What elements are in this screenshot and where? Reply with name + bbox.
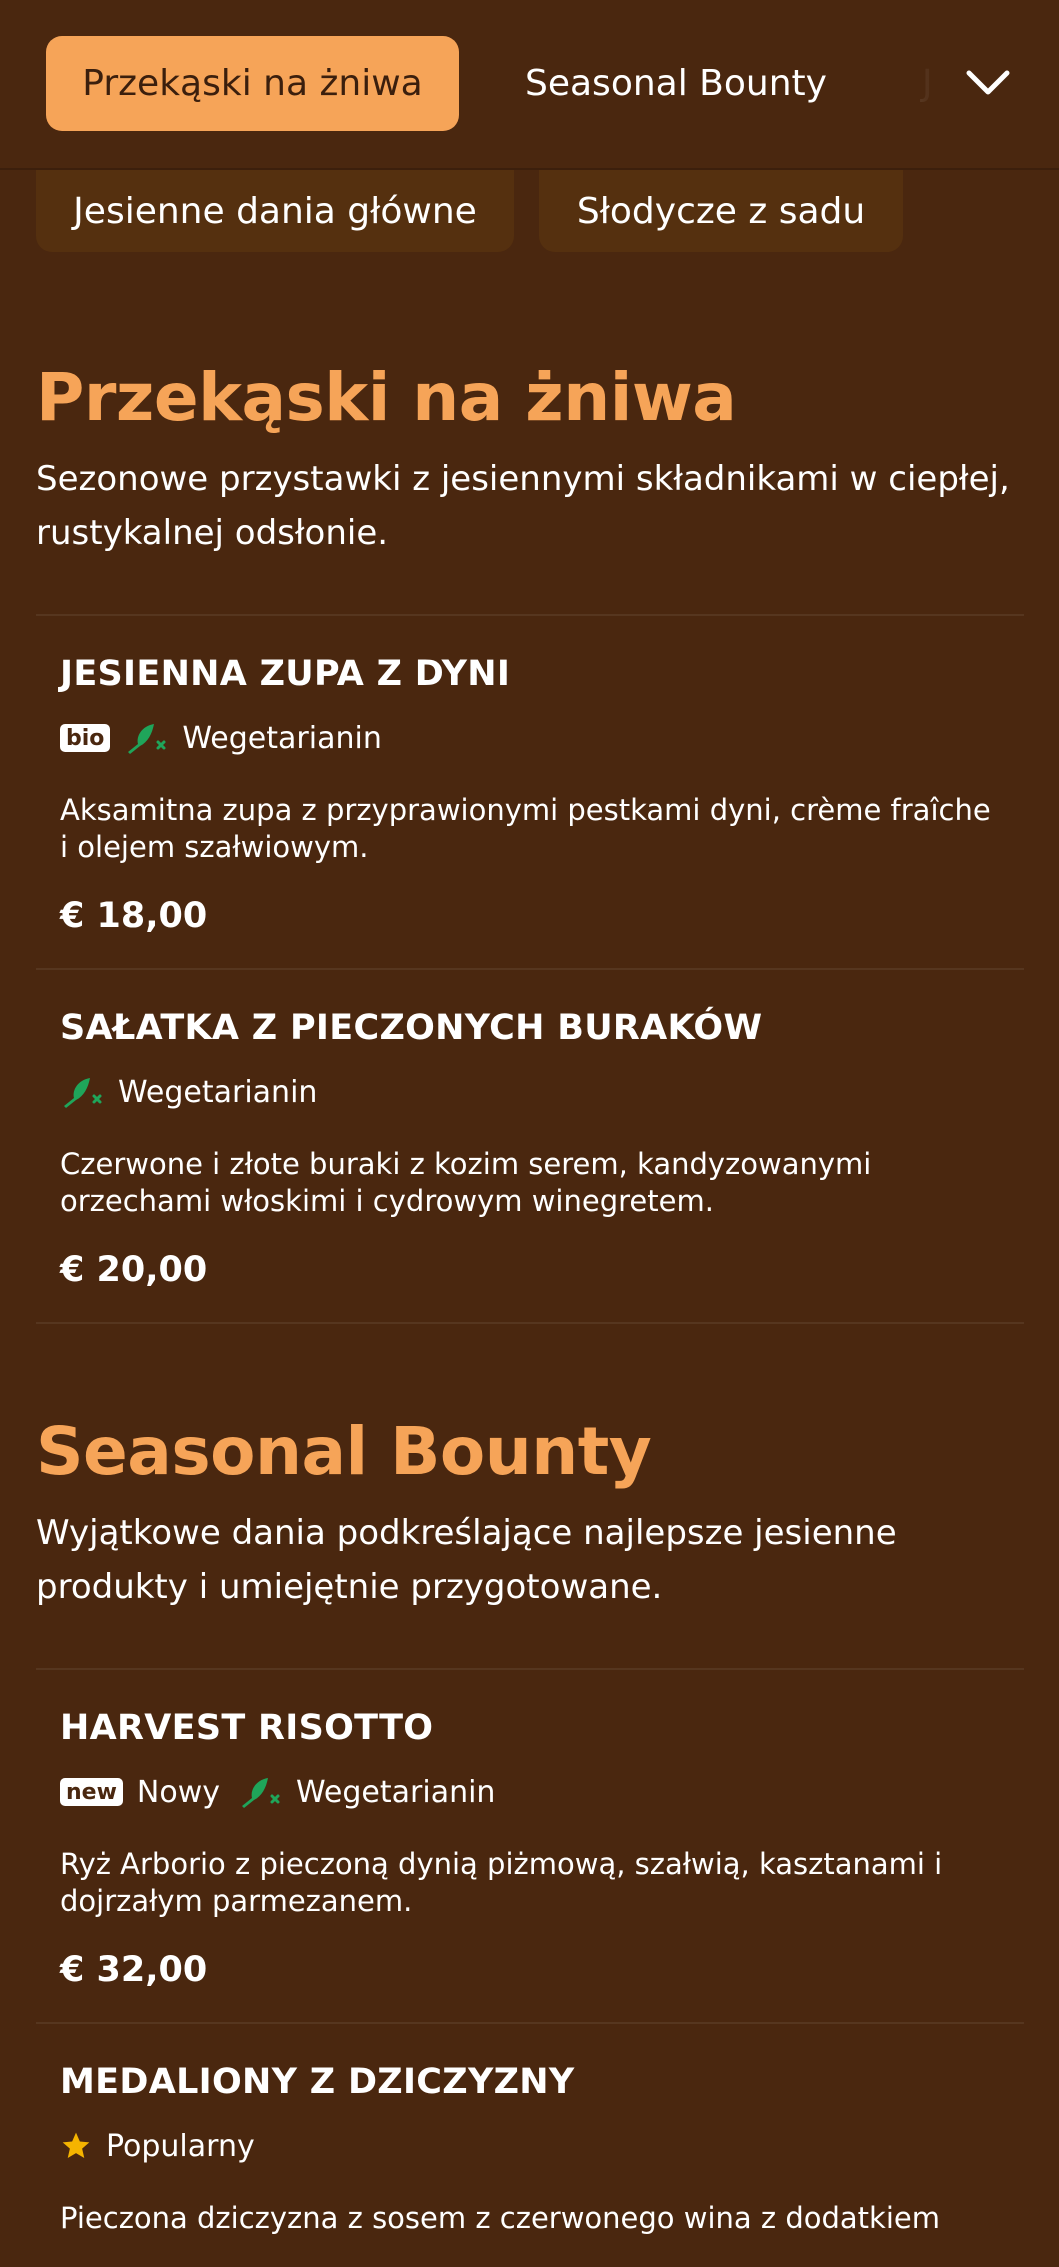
category-nav-bar: Przekąski na żniwa Seasonal Bounty J: [0, 0, 1059, 170]
tab-truncated[interactable]: J: [922, 36, 933, 131]
vegetarian-icon: [238, 1774, 282, 1810]
item-tags: new Nowy Wegetarianin: [60, 1772, 1000, 1812]
section-description: Sezonowe przystawki z jesiennymi składni…: [36, 459, 1010, 553]
new-label: Nowy: [136, 1774, 221, 1810]
item-price: € 20,00: [60, 1250, 208, 1290]
menu-item[interactable]: SAŁATKA Z PIECZONYCH BURAKÓW Wegetariani…: [36, 970, 1024, 1324]
menu-section-seasonal-bounty: Seasonal Bounty Wyjątkowe dania podkreśl…: [36, 1412, 1024, 2267]
star-icon: [60, 2130, 92, 2162]
chip-jesienne-dania-glowne[interactable]: Jesienne dania główne: [36, 170, 514, 252]
item-tags: bio Wegetarianin: [60, 718, 1000, 758]
item-price: € 18,00: [60, 896, 208, 936]
item-tags: Wegetarianin: [60, 1072, 1000, 1112]
diet-label: Wegetarianin: [296, 1774, 496, 1810]
item-name: HARVEST RISOTTO: [60, 1708, 434, 1748]
item-name: MEDALIONY Z DZICZYZNY: [60, 2062, 575, 2102]
menu-items-list: HARVEST RISOTTO new Nowy Wegetarianin Ry…: [36, 1668, 1024, 2267]
menu-item[interactable]: JESIENNA ZUPA Z DYNI bio Wegetarianin Ak…: [36, 616, 1024, 970]
new-badge: new: [60, 1778, 123, 1806]
diet-label: Wegetarianin: [118, 1074, 318, 1110]
section-title: Seasonal Bounty: [36, 1413, 652, 1490]
chevron-down-icon: [966, 70, 1010, 95]
category-tabs[interactable]: Przekąski na żniwa Seasonal Bounty J: [0, 0, 1059, 170]
vegetarian-icon: [124, 720, 168, 756]
item-tags: Popularny: [60, 2126, 1000, 2166]
item-description: Aksamitna zupa z przyprawionymi pestkami…: [60, 793, 991, 864]
chip-slodycze-z-sadu[interactable]: Słodycze z sadu: [539, 170, 903, 252]
tab-przekaski-na-zniwa[interactable]: Przekąski na żniwa: [46, 36, 459, 131]
menu-item[interactable]: HARVEST RISOTTO new Nowy Wegetarianin Ry…: [36, 1670, 1024, 2024]
menu-items-list: JESIENNA ZUPA Z DYNI bio Wegetarianin Ak…: [36, 614, 1024, 1324]
item-name: SAŁATKA Z PIECZONYCH BURAKÓW: [60, 1008, 763, 1048]
section-description: Wyjątkowe dania podkreślające najlepsze …: [36, 1513, 897, 1607]
menu-item[interactable]: MEDALIONY Z DZICZYZNY Popularny Pieczona…: [36, 2024, 1024, 2267]
tab-seasonal-bounty[interactable]: Seasonal Bounty: [525, 36, 827, 131]
diet-label: Wegetarianin: [182, 720, 382, 756]
section-title: Przekąski na żniwa: [36, 359, 737, 436]
menu-section-przekaski: Przekąski na żniwa Sezonowe przystawki z…: [36, 358, 1024, 1324]
category-chips-row: Jesienne dania główne Słodycze z sadu: [0, 170, 1059, 254]
item-name: JESIENNA ZUPA Z DYNI: [60, 654, 511, 694]
expand-categories-button[interactable]: [950, 48, 1026, 118]
item-description: Czerwone i złote buraki z kozim serem, k…: [60, 1147, 872, 1218]
item-description: Ryż Arborio z pieczoną dynią piżmową, sz…: [60, 1847, 943, 1918]
item-description: Pieczona dziczyzna z sosem z czerwonego …: [60, 2201, 940, 2235]
popular-label: Popularny: [106, 2128, 255, 2164]
item-price: € 32,00: [60, 1950, 208, 1990]
vegetarian-icon: [60, 1074, 104, 1110]
bio-badge: bio: [60, 724, 111, 752]
